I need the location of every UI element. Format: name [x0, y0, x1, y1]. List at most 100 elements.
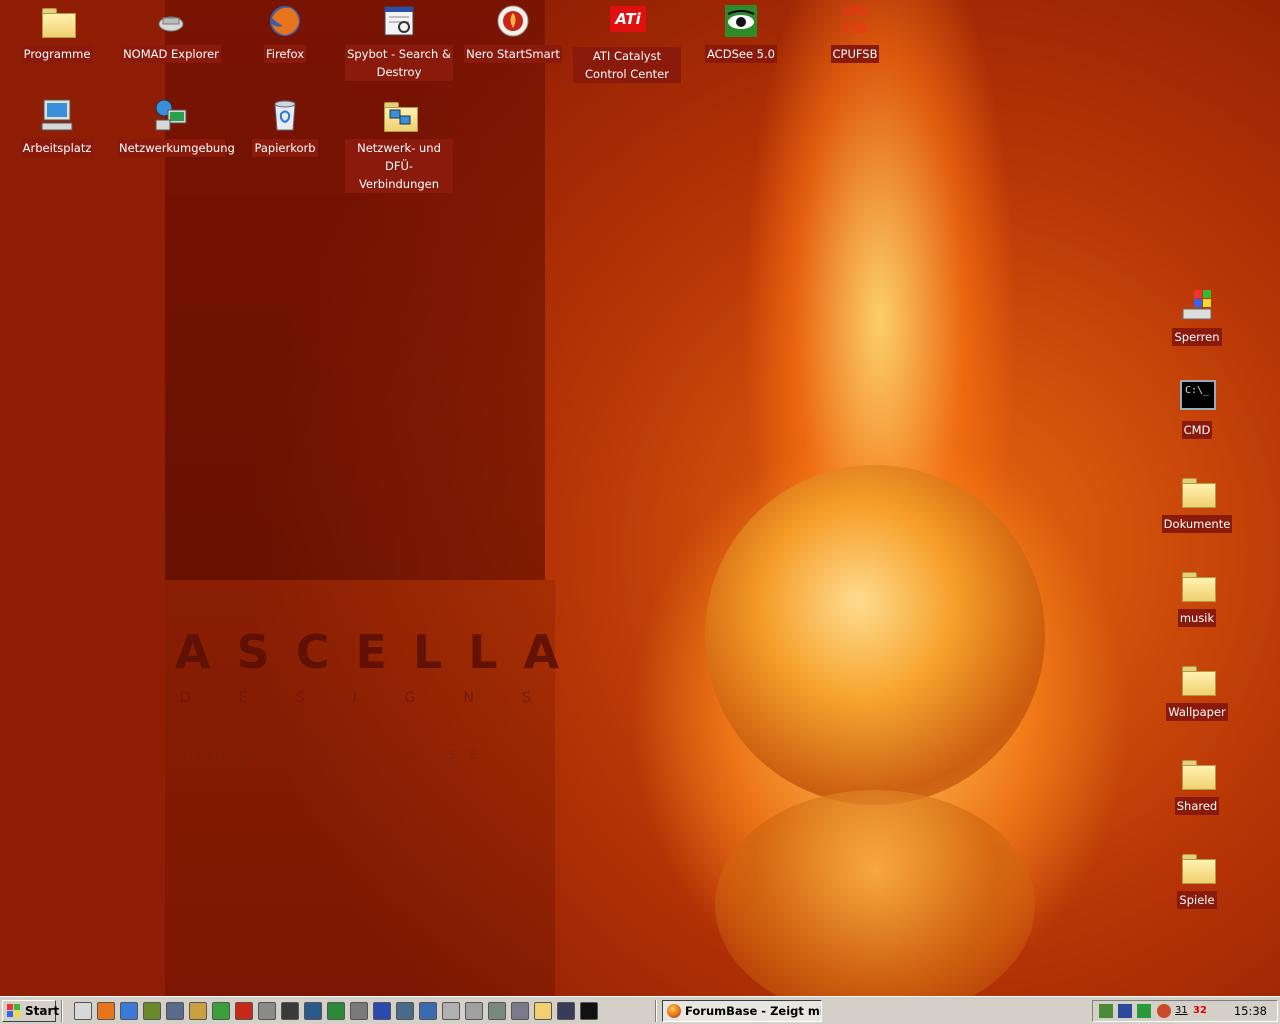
person-icon[interactable] [212, 1002, 230, 1020]
mixer-icon[interactable] [557, 1002, 575, 1020]
network-icon [154, 98, 188, 132]
task-button-forumbase[interactable]: ForumBase - Zeigt mir... [662, 1000, 822, 1022]
film-icon[interactable] [281, 1002, 299, 1020]
folder-icon[interactable] [534, 1002, 552, 1020]
cmd-icon: C:\_ [1180, 380, 1216, 414]
start-label: Start [25, 1004, 60, 1018]
firefox-icon [667, 1004, 681, 1018]
folder-icon [1180, 568, 1216, 602]
desktop-icon-wallpaper[interactable]: Wallpaper [1143, 660, 1251, 721]
wallpaper-sphere [705, 465, 1045, 805]
windows-logo-icon [7, 1004, 21, 1018]
desktop[interactable]: ASCELLA DESIGNS WWW.ASCELLA.SE Programme… [0, 0, 1280, 996]
drive-icon[interactable] [442, 1002, 460, 1020]
diamond-icon[interactable] [373, 1002, 391, 1020]
nomad-explorer-icon [154, 4, 188, 38]
acdsee-eye-icon [724, 4, 758, 38]
desktop-icon-cpufsb[interactable]: CPU FSB CPUFSB [801, 2, 909, 63]
desktop-icon-papierkorb[interactable]: Papierkorb [231, 96, 339, 157]
cpufsb-icon: CPU FSB [843, 5, 867, 37]
desktop-icon-label: ACDSee 5.0 [705, 45, 777, 63]
wallpaper-brand: ASCELLA [175, 625, 586, 679]
tool-icon[interactable] [189, 1002, 207, 1020]
desktop-icon-label: Dokumente [1161, 515, 1233, 533]
taskbar-separator [655, 1000, 657, 1022]
desktop-icon-label: Shared [1174, 797, 1220, 815]
antivirus-icon[interactable] [235, 1002, 253, 1020]
desktop-icon-label: musik [1177, 609, 1217, 627]
monitor-icon[interactable] [396, 1002, 414, 1020]
desktop-icon-label: Arbeitsplatz [20, 139, 94, 157]
firefox-icon [268, 4, 302, 38]
desktop-icon-label: CPUFSB [830, 45, 880, 63]
security-tray-icon[interactable] [1118, 1004, 1132, 1018]
network-icon[interactable] [350, 1002, 368, 1020]
desktop-icon-label: Programme [21, 45, 93, 63]
network-connections-icon [382, 98, 418, 132]
clock[interactable]: 15:38 [1234, 1001, 1267, 1021]
desktop-icon-label: Netzwerk- und DFÜ-Verbindungen [345, 139, 453, 193]
folder-icon [1180, 662, 1216, 696]
system-tray: 31 32 15:38 [1092, 1000, 1278, 1022]
desktop-icon-acdsee[interactable]: ACDSee 5.0 [687, 2, 795, 63]
spybot-icon [382, 4, 416, 38]
nero-icon [496, 4, 530, 38]
drive2-icon[interactable] [465, 1002, 483, 1020]
recycle-bin-icon [268, 98, 302, 132]
wallpaper-panel [165, 0, 545, 580]
tool3-icon[interactable] [511, 1002, 529, 1020]
ati-icon: ATi [610, 6, 646, 40]
sensor-tray-icon[interactable]: 32 [1193, 1004, 1207, 1018]
desktop-icon-label: Nero StartSmart [464, 45, 562, 63]
desktop-icon-spiele[interactable]: Spiele [1143, 848, 1251, 909]
tool2-icon[interactable] [488, 1002, 506, 1020]
green-tray-icon[interactable] [1137, 1004, 1151, 1018]
folder-icon [1180, 474, 1216, 508]
network-tray-icon[interactable] [1099, 1004, 1113, 1018]
desktop-icon-label: Firefox [263, 45, 307, 63]
desktop-icon-label: Wallpaper [1166, 703, 1228, 721]
firefox-icon[interactable] [97, 1002, 115, 1020]
computer-icon[interactable] [419, 1002, 437, 1020]
taskbar: Start ForumBase - Zeigt mir... 31 32 15:… [0, 996, 1280, 1024]
desktop-icon-label: CMD [1181, 421, 1213, 439]
desktop-icon-ati-catalyst[interactable]: ATi ATI Catalyst Control Center [573, 2, 681, 83]
desktop-icon-programme[interactable]: Programme [3, 2, 111, 63]
desktop-icon-spybot[interactable]: Spybot - Search & Destroy [345, 2, 453, 81]
desktop-icon-nomad-explorer[interactable]: NOMAD Explorer [117, 2, 225, 63]
wallpaper-subtitle: DESIGNS [180, 690, 579, 706]
start-button[interactable]: Start [2, 1000, 60, 1022]
calendar-tray-icon[interactable]: 31 [1175, 1004, 1189, 1018]
wallpaper-sphere-reflection [715, 790, 1035, 996]
desktop-icon-firefox[interactable]: Firefox [231, 2, 339, 63]
app-icon[interactable] [166, 1002, 184, 1020]
desktop-icon-sperren[interactable]: Sperren [1143, 285, 1251, 346]
folder-icon [40, 4, 76, 38]
desktop-icon-dokumente[interactable]: Dokumente [1143, 472, 1251, 533]
desktop-icon-arbeitsplatz[interactable]: Arbeitsplatz [3, 96, 111, 157]
desktop-icon-nero[interactable]: Nero StartSmart [459, 2, 567, 63]
settings-icon[interactable] [258, 1002, 276, 1020]
windows-lock-icon [1180, 287, 1214, 321]
taskbar-separator [61, 1000, 63, 1022]
desktop-icon-label: NOMAD Explorer [121, 45, 221, 63]
desktop-icon-label: Spiele [1177, 891, 1217, 909]
folder-icon [1180, 850, 1216, 884]
app2-icon[interactable] [327, 1002, 345, 1020]
desktop-icon-netzwerkverbindungen[interactable]: Netzwerk- und DFÜ-Verbindungen [345, 96, 453, 193]
cmd-icon[interactable] [580, 1002, 598, 1020]
task-button-label: ForumBase - Zeigt mir... [685, 1004, 821, 1018]
desktop-icon-musik[interactable]: musik [1143, 566, 1251, 627]
desktop-icon-netzwerkumgebung[interactable]: Netzwerkumgebung [117, 96, 235, 157]
show-desktop-icon[interactable] [74, 1002, 92, 1020]
game-icon[interactable] [143, 1002, 161, 1020]
browser-icon[interactable] [120, 1002, 138, 1020]
computer-icon [40, 98, 74, 132]
desktop-icon-cmd[interactable]: C:\_ CMD [1143, 378, 1251, 439]
desktop-icon-shared[interactable]: Shared [1143, 754, 1251, 815]
desktop-icon-label: Spybot - Search & Destroy [345, 45, 453, 81]
wallpaper-url: WWW.ASCELLA.SE [185, 748, 492, 762]
desktop-icon-label: Netzwerkumgebung [117, 139, 235, 157]
java-tray-icon[interactable] [1157, 1004, 1171, 1018]
window-icon[interactable] [304, 1002, 322, 1020]
